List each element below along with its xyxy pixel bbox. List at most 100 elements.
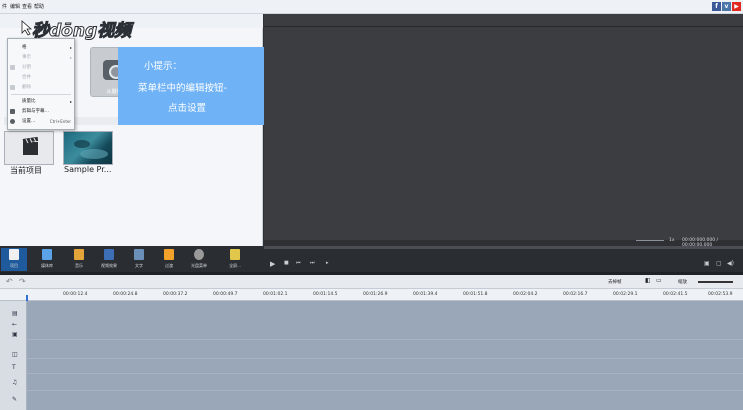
film-icon: ▤: [12, 310, 18, 317]
ruler-tick: 00:02:53.9: [708, 292, 733, 297]
submenu-arrow-icon: ▸: [69, 55, 72, 60]
transition-icon: [164, 249, 174, 260]
menu-item-quality[interactable]: 质量比 ▸: [8, 97, 74, 106]
undo-icon[interactable]: ↶: [6, 277, 13, 286]
menu-item-settings[interactable]: 设置… Ctrl+Enter: [8, 117, 74, 126]
edit-menu-dropdown: 格 ▸ 事示 ▸ 分割 合并 删除 质量比 ▸ 剪辑与字幕… 设置… Ctrl+Ente…: [7, 38, 75, 130]
menu-item-label: 事示: [22, 55, 31, 60]
tab-video-effects[interactable]: 视频效果: [96, 248, 122, 271]
menu-edit[interactable]: 编辑: [10, 3, 20, 10]
step-button[interactable]: ▸: [326, 260, 329, 266]
tab-label: 媒体库: [41, 263, 53, 268]
menu-view[interactable]: 查看: [22, 3, 32, 10]
overlay-icon: ◫: [12, 351, 18, 358]
sample-video-preview: [74, 140, 108, 159]
ruler-tick: 00:01:51.8: [463, 292, 488, 297]
menu-item-label: 删除: [22, 85, 31, 90]
music-icon: ♫: [12, 379, 18, 386]
tip-line-1: 菜单栏中的编辑按钮-: [138, 83, 227, 94]
tab-media-library[interactable]: 媒体库: [34, 248, 60, 271]
menu-item-show[interactable]: 事示 ▸: [8, 53, 74, 62]
playback-controls: ▶ ■ ⏮ ⏭ ▸ ▣ ▢ ◀): [264, 246, 743, 272]
menu-item-label: 格: [22, 45, 27, 50]
clapperboard-icon: [22, 136, 39, 155]
menu-item-label: 质量比: [22, 99, 36, 104]
preview-divider: [264, 26, 743, 27]
monitor-icon[interactable]: ▭: [656, 277, 662, 284]
tab-label: 文字: [135, 263, 143, 268]
tab-project[interactable]: 项目: [1, 248, 27, 271]
timeline-tracks[interactable]: ▤ ← ▣ ◫ T ♫ ✎: [0, 301, 743, 410]
track-separator: [27, 358, 743, 359]
remove-frame-button[interactable]: 去掉帧: [608, 279, 622, 285]
snapshot-icon[interactable]: ▣: [704, 260, 710, 267]
main-toolbar: 项目 媒体库 音乐 视频效果 文字 过渡 光盘菜单 全屏...: [0, 246, 264, 272]
tip-box: 小提示： 菜单栏中的编辑按钮- 点击设置: [118, 47, 276, 125]
previous-button[interactable]: ⏮: [296, 260, 301, 266]
tab-label: 全屏...: [229, 263, 241, 268]
fullscreen-icon[interactable]: ▢: [716, 260, 722, 267]
redo-icon[interactable]: ↷: [19, 277, 26, 286]
vk-icon[interactable]: v: [722, 2, 731, 11]
music-icon: [74, 249, 84, 260]
ruler-tick: 00:02:29.1: [613, 292, 638, 297]
ruler-tick: 00:02:04.2: [513, 292, 538, 297]
social-links: f v ▶: [712, 2, 741, 11]
tip-title: 小提示：: [144, 61, 183, 72]
menu-item-split[interactable]: 分割: [8, 63, 74, 72]
audio-icon: ←: [12, 321, 18, 328]
tab-disc-menu[interactable]: 光盘菜单: [186, 248, 212, 271]
submenu-arrow-icon: ▸: [69, 45, 72, 50]
mic-icon: ✎: [12, 396, 18, 403]
track-separator: [27, 339, 743, 340]
menu-item-format[interactable]: 格 ▸: [8, 43, 74, 52]
video-icon: ▣: [12, 331, 18, 338]
tab-music[interactable]: 音乐: [66, 248, 92, 271]
track-separator: [27, 390, 743, 391]
play-button[interactable]: ▶: [270, 260, 275, 268]
ruler-tick: 00:00:12.4: [63, 292, 88, 297]
ruler-tick: 00:01:14.5: [313, 292, 338, 297]
submenu-arrow-icon: ▸: [69, 99, 72, 104]
next-button[interactable]: ⏭: [310, 260, 315, 266]
text-icon: [134, 249, 144, 260]
menu-bar: 件 编辑 查看 帮助 f v ▶: [0, 0, 743, 14]
seek-bar[interactable]: [264, 246, 743, 249]
sample-project-thumb[interactable]: [63, 131, 113, 165]
menu-file[interactable]: 件: [2, 3, 7, 10]
facebook-icon[interactable]: f: [712, 2, 721, 11]
menu-item-clips-subtitles[interactable]: 剪辑与字幕…: [8, 107, 74, 116]
subtitles-icon: [10, 109, 15, 114]
current-project-thumb[interactable]: [4, 131, 54, 165]
film-icon: [42, 249, 52, 260]
speed-label: 1x: [669, 238, 675, 243]
split-view-icon[interactable]: ◧: [645, 277, 651, 284]
star-icon: [104, 249, 114, 260]
gear-icon: [10, 119, 15, 124]
tab-fullscreen[interactable]: 全屏...: [222, 248, 248, 271]
sample-project-label: Sample Pr...: [64, 165, 112, 174]
tab-label: 光盘菜单: [191, 263, 207, 268]
tab-transitions[interactable]: 过渡: [156, 248, 182, 271]
ruler-tick: 00:01:26.9: [363, 292, 388, 297]
menu-item-label: 分割: [22, 65, 31, 70]
menu-item-label: 剪辑与字幕…: [22, 109, 49, 114]
tab-text[interactable]: 文字: [126, 248, 152, 271]
stop-button[interactable]: ■: [284, 260, 289, 266]
youtube-icon[interactable]: ▶: [732, 2, 741, 11]
zoom-slider[interactable]: [698, 281, 733, 283]
disc-icon: [194, 249, 204, 260]
speed-slider[interactable]: [636, 240, 664, 241]
ruler-tick: 00:01:39.4: [413, 292, 438, 297]
ruler-tick: 00:00:37.2: [163, 292, 188, 297]
menu-item-delete[interactable]: 删除: [8, 83, 74, 92]
preview-window: 1x 00:00:000.000 / 00:00:00.000: [264, 14, 743, 248]
menu-item-merge[interactable]: 合并: [8, 73, 74, 82]
ruler-tick: 00:00:49.7: [213, 292, 238, 297]
menu-help[interactable]: 帮助: [34, 3, 44, 10]
menu-item-label: 合并: [22, 75, 31, 80]
track-separator: [27, 373, 743, 374]
volume-icon[interactable]: ◀): [727, 260, 734, 267]
current-project-label: 当前项目: [10, 166, 42, 175]
tab-label: 视频效果: [101, 263, 117, 268]
